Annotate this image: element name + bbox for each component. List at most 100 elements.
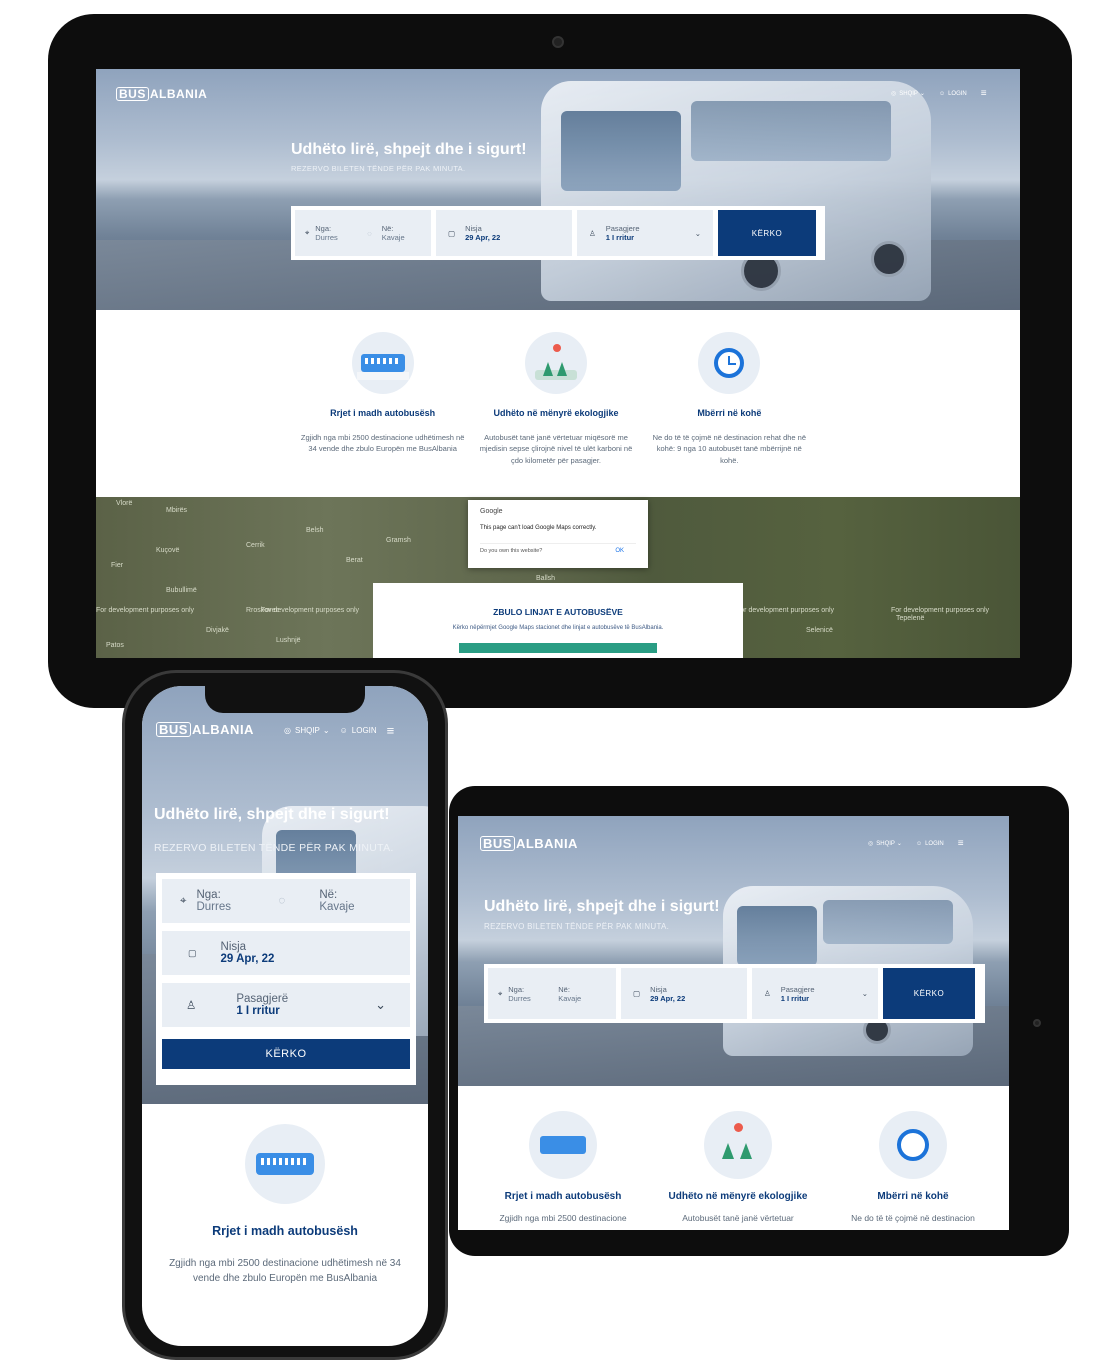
phone-frame: BUS ALBANIA ◎ SHQIP ⌄ ☺ LOGIN ≡ Udhëto lirë,… — [122, 670, 448, 1360]
login-link[interactable]: ☺ LOGIN — [939, 91, 967, 97]
passengers-field[interactable]: ♙ Pasagjerë 1 I rritur ⌄ — [162, 983, 410, 1027]
to-value: Kavaje — [558, 993, 582, 1003]
feature-text: Autobusët tanë janë vërtetuar — [682, 1213, 794, 1223]
logo-box: BUS — [480, 836, 515, 851]
passengers-label: Pasagjere — [605, 224, 640, 233]
bus-icon — [529, 1111, 597, 1179]
logo-box: BUS — [156, 722, 191, 737]
tablet-screen: BUS ALBANIA ◎ SHQIP ⌄ ☺ LOGIN ≡ Udhëto lirë,… — [458, 816, 1009, 1230]
logo[interactable]: BUS ALBANIA — [156, 722, 254, 737]
route-field[interactable]: ⌖ Nga: Durres ◌ Në: Kavaje — [162, 879, 410, 923]
search-form: ⌖ Nga: Durres Në: Kavaje ▢ Nisja 29 Apr, 22… — [484, 964, 985, 1023]
map-label: Vlorë — [116, 500, 133, 507]
swap-icon[interactable]: ◌ — [367, 229, 371, 238]
feature-network: Rrjet i madh autobusësh Zgjidh nga mbi 2… — [296, 332, 469, 492]
route-field[interactable]: ⌖ Nga: Durres Në: Kavaje — [488, 968, 616, 1019]
map-label: Cerrik — [246, 542, 265, 549]
feature-eco: Udhëto në mënyrë ekologjike Autobusët ta… — [658, 1111, 818, 1230]
hero-title: Udhëto lirë, shpejt dhe i sigurt! — [484, 898, 720, 915]
passengers-value: 1 I rritur — [236, 1005, 280, 1017]
date-field[interactable]: ▢ Nisja 29 Apr, 22 — [621, 968, 747, 1019]
language-selector[interactable]: ◎ SHQIP ⌄ — [284, 726, 330, 735]
menu-icon[interactable]: ≡ — [387, 723, 395, 738]
login-label: LOGIN — [925, 840, 944, 847]
calendar-icon: ▢ — [188, 947, 197, 958]
login-link[interactable]: ☺ LOGIN — [340, 726, 377, 735]
user-icon: ☺ — [915, 840, 923, 847]
explore-map-button[interactable] — [459, 643, 657, 653]
feature-title: Rrjet i madh autobusësh — [330, 408, 436, 418]
camera — [1033, 1019, 1041, 1027]
search-form: ⌖ Nga: Durres ◌ Në: Kavaje ▢ Nisja 29 Apr, … — [156, 873, 416, 1085]
chevron-down-icon: ⌄ — [896, 841, 902, 847]
hero-section: BUS ALBANIA ◎ SHQIP ⌄ ☺ LOGIN ≡ Udhëto lirë,… — [142, 686, 428, 1104]
hero-title: Udhëto lirë, shpejt dhe i sigurt! — [291, 141, 527, 158]
hero-section: BUS ALBANIA ◎ SHQIP ⌄ ☺ LOGIN ≡ Udhëto lirë,… — [96, 69, 1020, 310]
login-link[interactable]: ☺ LOGIN — [916, 841, 944, 847]
login-label: LOGIN — [948, 90, 967, 97]
top-nav: ◎ SHQIP ⌄ ☺ LOGIN ≡ — [868, 838, 964, 849]
search-button[interactable]: KËRKO — [162, 1039, 410, 1069]
to-value: Kavaje — [319, 901, 355, 913]
search-button[interactable]: KËRKO — [883, 968, 975, 1019]
small-tablet-frame: BUS ALBANIA ◎ SHQIP ⌄ ☺ LOGIN ≡ Udhëto lirë,… — [449, 786, 1069, 1256]
feature-network: Rrjet i madh autobusësh Zgjidh nga mbi 2… — [488, 1111, 638, 1230]
map-label: Kuçovë — [156, 547, 180, 554]
date-value: 29 Apr, 22 — [650, 993, 686, 1003]
from-label: Nga: — [196, 889, 221, 901]
large-tablet-frame: BUS ALBANIA ◎ SHQIP ⌄ ☺ LOGIN ≡ Udhëto lirë,… — [48, 14, 1072, 708]
passenger-seat-icon: ♙ — [589, 228, 596, 238]
calendar-icon: ▢ — [633, 989, 641, 998]
dialog-question: Do you own this website? — [480, 548, 543, 554]
to-label: Në: — [381, 224, 394, 233]
route-field[interactable]: ⌖ Nga: Durres ◌ Në: Kavaje — [295, 210, 431, 256]
from-value: Durres — [508, 993, 531, 1003]
language-label: SHQIP — [899, 90, 918, 97]
passengers-field[interactable]: ♙ Pasagjere 1 I rritur ⌄ — [752, 968, 878, 1019]
top-nav: ◎ SHQIP ⌄ ☺ LOGIN ≡ — [891, 88, 987, 99]
feature-text: Autobusët tanë janë vërtetuar miqësorë m… — [479, 433, 633, 465]
date-value: 29 Apr, 22 — [220, 953, 275, 965]
swap-icon[interactable]: ◌ — [278, 895, 285, 907]
search-button[interactable]: KËRKO — [718, 210, 816, 256]
logo[interactable]: BUS ALBANIA — [480, 836, 578, 851]
feature-text: Zgjidh nga mbi 2500 destinacione udhëtim… — [300, 433, 465, 454]
to-label: Në: — [319, 889, 338, 901]
menu-icon[interactable]: ≡ — [981, 88, 987, 99]
hero-title: Udhëto lirë, shpejt dhe i sigurt! — [154, 806, 390, 823]
date-field[interactable]: ▢ Nisja 29 Apr, 22 — [162, 931, 410, 975]
language-label: SHQIP — [294, 726, 320, 735]
bus-photo — [541, 81, 931, 301]
dialog-ok-button[interactable]: OK — [615, 548, 624, 554]
clock-icon — [698, 332, 761, 394]
map-watermark: For development purposes only — [261, 607, 360, 614]
passengers-label: Pasagjerë — [236, 993, 289, 1005]
globe-icon: ◎ — [891, 91, 897, 97]
to-value: Kavaje — [381, 233, 405, 242]
logo-box: BUS — [116, 87, 149, 101]
logo-text: ALBANIA — [515, 836, 578, 851]
feature-text: Ne do të të çojmë në destinacion rehat d… — [652, 433, 807, 465]
feature-network: Rrjet i madh autobusësh Zgjidh nga mbi 2… — [142, 1124, 428, 1286]
map-label: Patos — [106, 642, 124, 649]
hero-subtitle: REZERVO BILETEN TËNDE PËR PAK MINUTA. — [291, 164, 466, 173]
language-selector[interactable]: ◎ SHQIP ⌄ — [868, 840, 902, 848]
map-watermark: For development purposes only — [96, 607, 195, 614]
map-watermark: For development purposes only — [736, 607, 835, 614]
map-label: Tepelenë — [896, 615, 925, 622]
map-watermark: For development purposes only — [891, 607, 990, 614]
explore-routes-card: ZBULO LINJAT E AUTOBUSËVE Kërko nëpërmje… — [373, 583, 743, 658]
dialog-message: This page can't load Google Maps correct… — [480, 525, 597, 531]
passengers-field[interactable]: ♙ Pasagjere 1 I rritur ⌄ — [577, 210, 713, 256]
passenger-seat-icon: ♙ — [186, 1000, 197, 1012]
feature-text: Ne do të të çojmë në destinacion — [851, 1213, 975, 1223]
map-section[interactable]: Vlorë Mbirës Cerrik Belsh Gramsh Kuçovë … — [96, 497, 1020, 658]
menu-icon[interactable]: ≡ — [958, 838, 964, 849]
date-field[interactable]: ▢ Nisja 29 Apr, 22 — [436, 210, 572, 256]
map-label: Selenicë — [806, 627, 833, 634]
language-selector[interactable]: ◎ SHQIP ⌄ — [891, 90, 925, 98]
logo[interactable]: BUS ALBANIA — [116, 87, 207, 101]
eco-trees-icon — [524, 332, 587, 394]
date-label: Nisja — [220, 941, 247, 953]
dialog-title: Google — [480, 508, 503, 515]
